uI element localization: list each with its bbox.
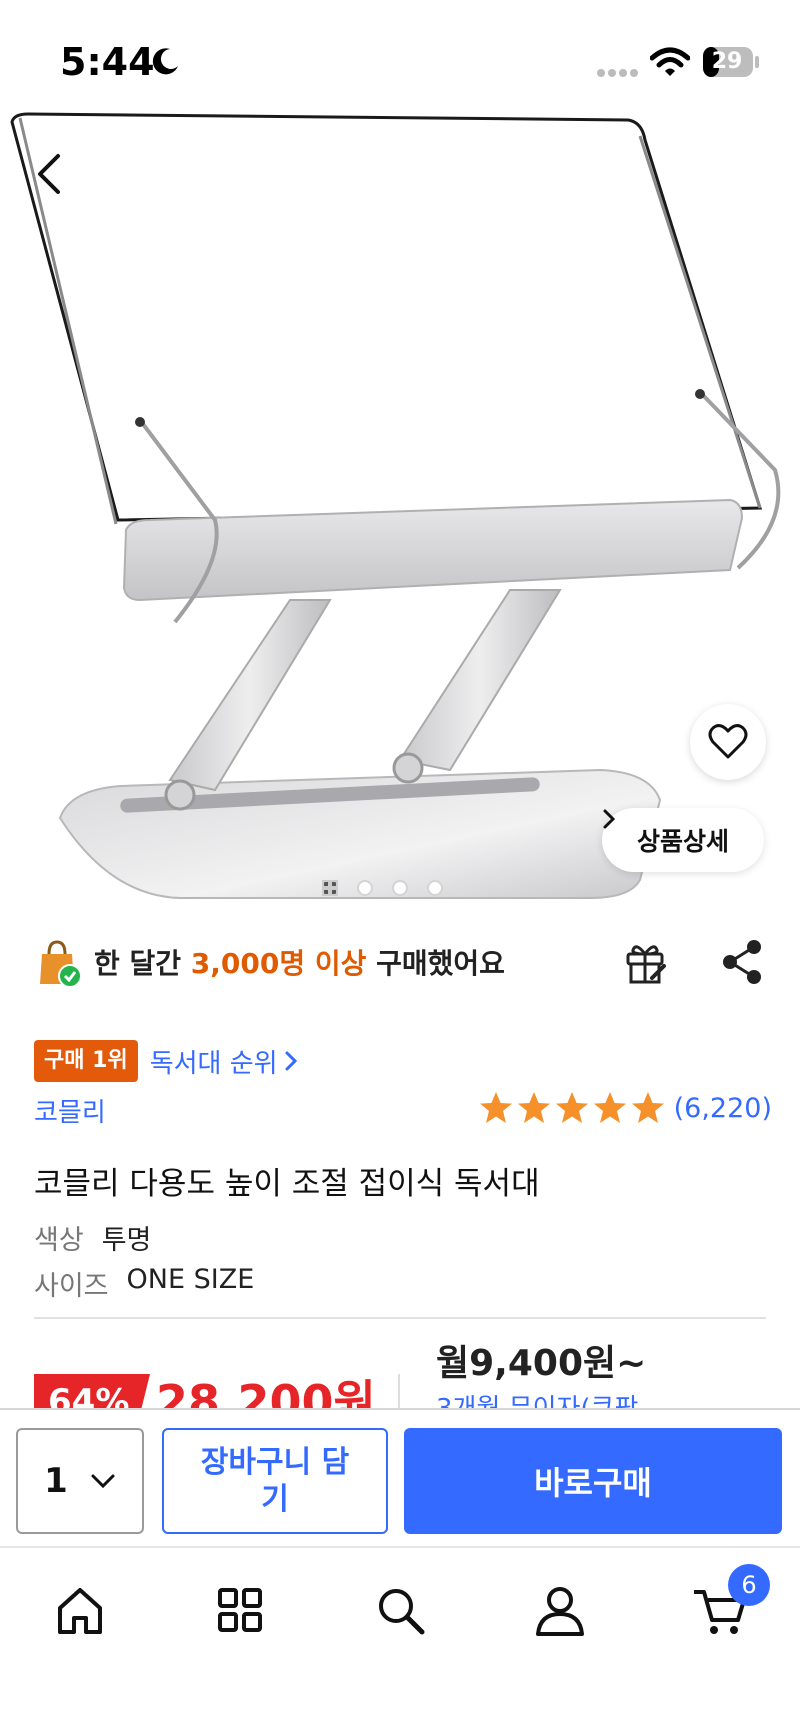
share-icon[interactable]	[720, 938, 766, 986]
gift-icon[interactable]	[622, 938, 670, 986]
bottom-tab-bar: 6	[0, 1550, 800, 1733]
ranking-badge: 구매 1위	[34, 1040, 138, 1082]
purchase-stat-count: 3,000명 이상	[190, 947, 367, 980]
product-image	[10, 112, 781, 899]
star-icon	[517, 1092, 550, 1123]
product-title: 코믈리 다용도 높이 조절 접이식 독서대	[34, 1166, 540, 1202]
shopping-bag-icon	[40, 940, 82, 988]
review-count: (6,220)	[673, 1092, 772, 1124]
chevron-right-icon	[603, 809, 616, 829]
chevron-left-icon	[38, 154, 60, 194]
option-value: ONE SIZE	[126, 1264, 255, 1295]
ranking-link-label: 독서대 순위	[149, 1048, 278, 1079]
pagination-dot[interactable]	[427, 880, 443, 896]
cart-count-badge: 6	[728, 1564, 770, 1606]
purchase-stat-suffix: 구매했어요	[366, 947, 505, 980]
product-detail-button[interactable]: 상품상세	[602, 808, 764, 872]
add-to-cart-button[interactable]: 장바구니 담기	[162, 1428, 388, 1534]
purchase-stat-prefix: 한 달간	[94, 947, 191, 980]
grid-view-icon[interactable]	[322, 880, 338, 896]
installment-link[interactable]: 3개월 무이자(쿠팡	[436, 1388, 638, 1408]
ranking-row: 구매 1위 독서대 순위	[34, 1040, 298, 1082]
option-color: 색상 투명	[34, 1218, 151, 1257]
discount-badge: 64%	[34, 1374, 150, 1408]
option-label: 색상	[34, 1225, 84, 1256]
my-page-icon[interactable]	[530, 1580, 590, 1640]
option-size: 사이즈 ONE SIZE	[34, 1264, 254, 1303]
status-time: 5:44	[60, 40, 155, 84]
purchase-stat-row: 한 달간 3,000명 이상 구매했어요	[34, 930, 774, 994]
home-icon[interactable]	[50, 1580, 110, 1640]
wishlist-button[interactable]	[690, 704, 766, 780]
chevron-down-icon	[91, 1474, 115, 1489]
gallery-pagination	[322, 880, 482, 900]
brand-link[interactable]: 코믈리	[34, 1092, 106, 1129]
price-section: 64% 28,200원 월9,400원~ 3개월 무이자(쿠팡	[0, 1330, 800, 1408]
chevron-right-icon	[285, 1051, 297, 1071]
heart-icon	[708, 724, 748, 759]
pagination-dot[interactable]	[357, 880, 373, 896]
product-image-gallery[interactable]: 상품상세	[0, 0, 800, 905]
star-icon	[631, 1092, 664, 1123]
sale-price: 28,200원	[156, 1375, 376, 1408]
search-icon[interactable]	[370, 1580, 430, 1640]
product-detail-label: 상품상세	[636, 827, 729, 856]
back-button[interactable]	[28, 148, 72, 200]
pagination-dot[interactable]	[392, 880, 408, 896]
ranking-link[interactable]: 독서대 순위	[150, 1043, 298, 1080]
option-label: 사이즈	[34, 1271, 109, 1302]
rating-summary[interactable]: (6,220)	[478, 1090, 772, 1126]
battery-level: 29	[711, 49, 743, 74]
category-icon[interactable]	[210, 1580, 270, 1640]
moon-icon	[152, 48, 178, 75]
divider	[398, 1374, 400, 1408]
purchase-stat-text: 한 달간 3,000명 이상 구매했어요	[94, 942, 505, 982]
signal-icon	[597, 69, 638, 77]
star-icon	[555, 1092, 588, 1123]
star-icon	[593, 1092, 626, 1123]
status-bar: 5:44 29	[0, 0, 800, 110]
divider	[34, 1317, 766, 1319]
purchase-action-bar: 1 장바구니 담기 바로구매	[0, 1408, 800, 1548]
wifi-icon	[650, 47, 690, 76]
quantity-value: 1	[44, 1461, 68, 1501]
monthly-price: 월9,400원~	[436, 1343, 647, 1384]
option-value: 투명	[101, 1225, 152, 1256]
star-icon	[479, 1092, 512, 1123]
buy-now-button[interactable]: 바로구매	[404, 1428, 782, 1534]
quantity-select[interactable]: 1	[16, 1428, 144, 1534]
